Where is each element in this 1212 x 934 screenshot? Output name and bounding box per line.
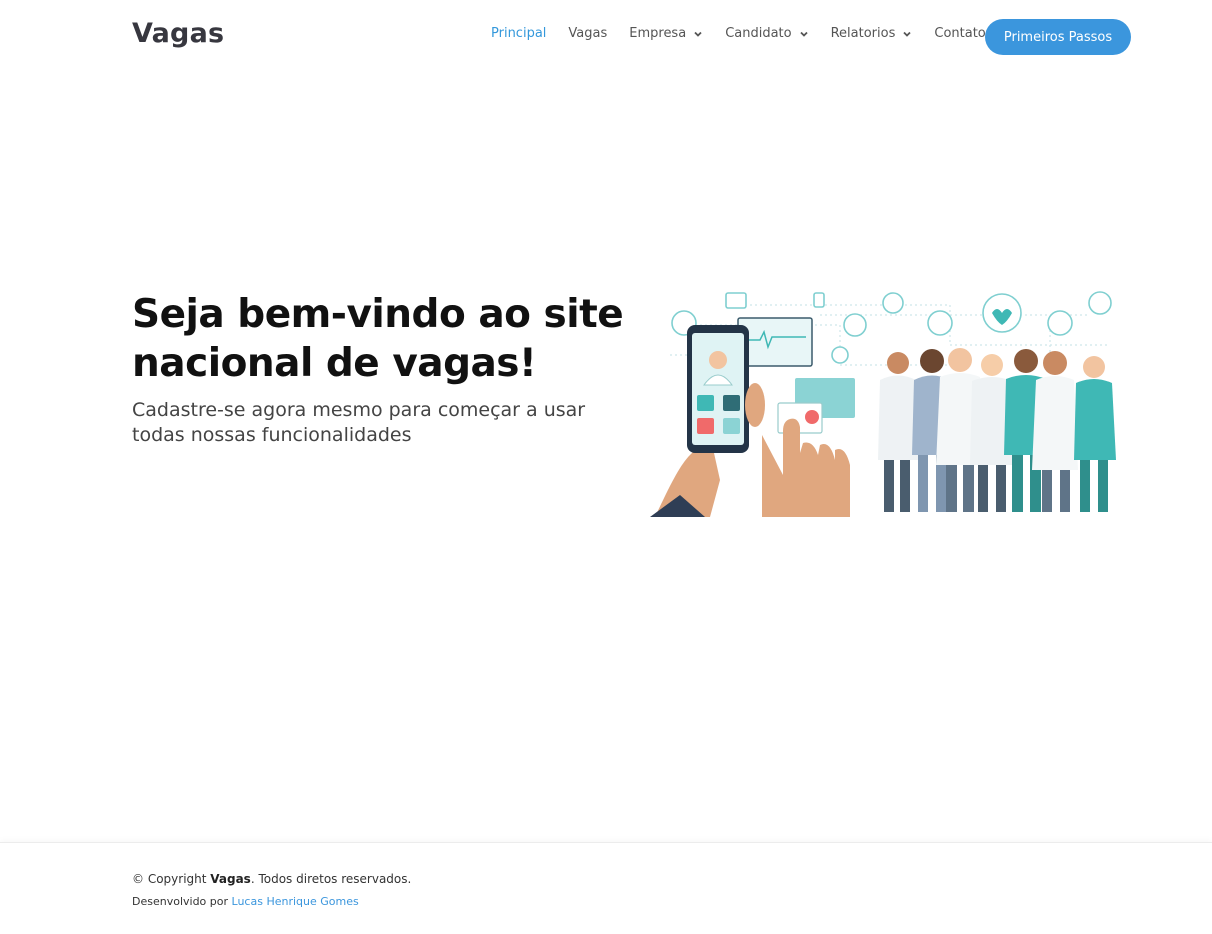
copyright-brand: Vagas (210, 872, 251, 886)
nav-label: Relatorios (830, 26, 896, 41)
primeiros-passos-button[interactable]: Primeiros Passos (985, 19, 1131, 55)
nav-label: Principal (491, 26, 547, 41)
nav-label: Empresa (629, 26, 687, 41)
nav-item-relatorios[interactable]: Relatorios (831, 26, 913, 41)
nav-item-candidato[interactable]: Candidato (725, 26, 808, 41)
site-header: Vagas Principal Vagas Empresa Candidato … (0, 0, 1212, 72)
copyright-suffix: . Todos diretos reservados. (250, 872, 412, 886)
dev-prefix: Desenvolvido por (132, 895, 232, 908)
chevron-down-icon (799, 31, 808, 37)
hero-subtitle: Cadastre-se agora mesmo para começar a u… (132, 398, 632, 448)
nav-item-vagas[interactable]: Vagas (568, 26, 607, 41)
hero-title-line: Seja bem-vindo ao site (132, 292, 624, 337)
site-footer: © Copyright Vagas. Todos diretos reserva… (0, 842, 1212, 934)
nav-label: Contato (934, 26, 986, 41)
site-logo[interactable]: Vagas (132, 18, 224, 49)
main-nav: Principal Vagas Empresa Candidato Relato… (491, 26, 1008, 41)
nav-label: Candidato (725, 26, 792, 41)
copyright-prefix: © Copyright (132, 872, 211, 886)
developer-link[interactable]: Lucas Henrique Gomes (232, 895, 359, 908)
chevron-down-icon (694, 31, 702, 37)
hero-title: Seja bem-vindo ao site nacional de vagas… (132, 290, 632, 388)
hero-title-line: nacional de vagas! (132, 341, 537, 386)
copyright-text: © Copyright Vagas. Todos diretos reserva… (132, 872, 411, 886)
developer-credit: Desenvolvido por Lucas Henrique Gomes (132, 895, 359, 908)
nav-item-principal[interactable]: Principal (491, 26, 546, 41)
hero-subtitle-line: todas nossas funcionalidades (132, 424, 412, 446)
nav-item-contato[interactable]: Contato (934, 26, 985, 41)
nav-item-empresa[interactable]: Empresa (629, 26, 703, 41)
hero-subtitle-line: Cadastre-se agora mesmo para começar a u… (132, 399, 586, 421)
chevron-down-icon (903, 31, 912, 37)
medical-team-illustration (650, 291, 1116, 517)
nav-label: Vagas (568, 26, 608, 41)
